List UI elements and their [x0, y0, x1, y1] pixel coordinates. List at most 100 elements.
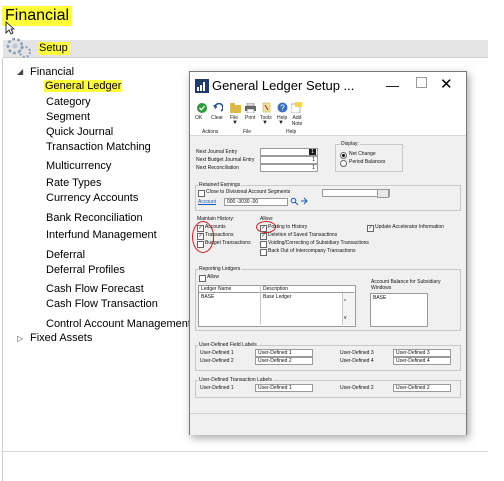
- tree-item-category[interactable]: Category: [46, 96, 91, 109]
- retained-earnings-label: Retained Earnings: [198, 182, 242, 188]
- voiding-correcting-checkbox[interactable]: [260, 241, 267, 248]
- udf1-label: User-Defined 1: [200, 350, 234, 356]
- back-out-intercompany-label: Back Out of Intercompany Transactions: [268, 248, 356, 254]
- collapse-arrow-icon[interactable]: ▷: [17, 334, 23, 343]
- arrow-right-icon[interactable]: [300, 197, 308, 205]
- print-button[interactable]: Print: [245, 115, 255, 121]
- next-reconciliation-field[interactable]: 1: [260, 164, 318, 172]
- account-field[interactable]: 000 -3030 -00: [224, 198, 288, 206]
- udf1-field[interactable]: User-Defined 1: [255, 349, 313, 357]
- udt2-field[interactable]: User-Defined 2: [393, 384, 451, 392]
- udf-labels-title: User-Defined Field Labels: [198, 342, 258, 348]
- add-note-button[interactable]: Add Note: [290, 115, 304, 127]
- tree-item-deferral-profiles[interactable]: Deferral Profiles: [46, 264, 125, 277]
- accounts-checkbox[interactable]: ✓: [197, 225, 204, 232]
- tree-item-financial[interactable]: Financial: [30, 66, 74, 79]
- tree-item-general-ledger[interactable]: General Ledger: [44, 80, 123, 93]
- chevron-down-icon[interactable]: ▼: [278, 120, 284, 126]
- ok-button[interactable]: OK: [195, 115, 202, 121]
- next-budget-value: 1: [312, 157, 315, 163]
- file-folder-icon[interactable]: [230, 103, 241, 113]
- tree-item-rate-types[interactable]: Rate Types: [46, 177, 101, 190]
- next-journal-entry-value: 1: [309, 149, 316, 155]
- next-reconciliation-value: 1: [312, 165, 315, 171]
- tree-item-transaction-matching[interactable]: Transaction Matching: [46, 141, 151, 154]
- reporting-allow-label: Allow: [207, 274, 219, 280]
- tree-item-cash-flow-transaction[interactable]: Cash Flow Transaction: [46, 298, 158, 311]
- udt1-field[interactable]: User-Defined 1: [255, 384, 313, 392]
- chevron-down-icon[interactable]: ▼: [232, 120, 238, 126]
- posting-to-history-checkbox[interactable]: ✓: [260, 225, 267, 232]
- update-accelerator-checkbox[interactable]: ✓: [367, 225, 374, 232]
- add-note-icon[interactable]: [291, 102, 302, 113]
- transactions-label: Transactions: [205, 232, 234, 238]
- tree-item-label: General Ledger: [44, 80, 123, 92]
- tree-item-fixed-assets[interactable]: Fixed Assets: [30, 332, 92, 345]
- search-icon[interactable]: [290, 197, 299, 205]
- divider: [260, 285, 261, 325]
- ledger-row-description[interactable]: Base Ledger: [263, 294, 291, 300]
- period-balances-radio[interactable]: [340, 160, 347, 167]
- lookup-button[interactable]: [377, 189, 389, 198]
- udf3-label: User-Defined 3: [340, 350, 374, 356]
- udf2-field[interactable]: User-Defined 2: [255, 357, 313, 365]
- back-out-intercompany-checkbox[interactable]: [260, 249, 267, 256]
- tree-item-bank-reconciliation[interactable]: Bank Reconciliation: [46, 212, 143, 225]
- udf4-label: User-Defined 4: [340, 358, 374, 364]
- tree-item-currency-accounts[interactable]: Currency Accounts: [46, 192, 138, 205]
- close-icon[interactable]: ✕: [440, 75, 453, 93]
- setup-gear-icon[interactable]: [6, 33, 32, 59]
- ok-check-icon[interactable]: [197, 103, 207, 113]
- tree-item-cash-flow-forecast[interactable]: Cash Flow Forecast: [46, 283, 144, 296]
- maximize-icon[interactable]: [416, 77, 427, 88]
- tree-item-quick-journal[interactable]: Quick Journal: [46, 126, 113, 139]
- net-change-radio[interactable]: [340, 152, 347, 159]
- reporting-ledgers-label: Reporting Ledgers: [198, 266, 242, 272]
- udf3-field[interactable]: User-Defined 3: [393, 349, 451, 357]
- next-budget-field[interactable]: 1: [260, 156, 318, 164]
- deletion-saved-label: Deletion of Saved Transactions: [268, 232, 338, 238]
- clear-undo-icon[interactable]: [213, 103, 223, 113]
- tree-item-deferral[interactable]: Deferral: [46, 249, 85, 262]
- udt1-value: User-Defined 1: [258, 385, 292, 391]
- udt-labels-title: User-Defined Transaction Labels: [198, 377, 273, 383]
- next-journal-entry-label: Next Journal Entry: [196, 149, 238, 155]
- tree-item-segment[interactable]: Segment: [46, 111, 90, 124]
- tree-item-multicurrency[interactable]: Multicurrency: [46, 160, 111, 173]
- posting-to-history-label: Posting to History: [268, 224, 308, 230]
- chevron-down-icon[interactable]: ▼: [262, 120, 268, 126]
- general-ledger-setup-dialog: General Ledger Setup ... — ✕ OK Clear Fi…: [189, 71, 467, 435]
- account-link[interactable]: Account: [198, 199, 216, 205]
- setup-toolbar: [3, 40, 488, 58]
- reporting-allow-checkbox[interactable]: [199, 275, 206, 282]
- setup-menu[interactable]: Setup: [37, 42, 70, 55]
- tree-item-control-account-management[interactable]: Control Account Management: [46, 318, 191, 331]
- udf4-value: User-Defined 4: [396, 358, 430, 364]
- close-divisional-checkbox[interactable]: [198, 190, 205, 197]
- scroll-up-icon[interactable]: ^: [344, 299, 346, 305]
- budget-transactions-checkbox[interactable]: [197, 241, 204, 248]
- transactions-checkbox[interactable]: ✓: [197, 233, 204, 240]
- clear-button[interactable]: Clear: [211, 115, 223, 121]
- divider: [2, 58, 3, 481]
- minimize-icon[interactable]: —: [386, 78, 399, 93]
- udt1-label: User-Defined 1: [200, 385, 234, 391]
- udf4-field[interactable]: User-Defined 4: [393, 357, 451, 365]
- deletion-saved-checkbox[interactable]: ✓: [260, 233, 267, 240]
- dialog-title: General Ledger Setup ...: [212, 78, 355, 93]
- budget-transactions-label: Budget Transactions: [205, 240, 251, 246]
- ledger-app-icon: [195, 79, 209, 93]
- expand-arrow-icon[interactable]: ◢: [17, 67, 23, 76]
- print-icon[interactable]: [245, 103, 256, 113]
- scroll-down-icon[interactable]: v: [344, 315, 347, 321]
- account-balance-list[interactable]: BASE: [370, 293, 428, 327]
- tools-icon[interactable]: [261, 102, 272, 113]
- next-journal-entry-field[interactable]: 1: [260, 148, 318, 156]
- divider: [198, 292, 354, 293]
- divider: [3, 451, 488, 452]
- help-icon[interactable]: ?: [277, 102, 288, 113]
- next-reconciliation-label: Next Reconciliation: [196, 165, 239, 171]
- tree-item-interfund-management[interactable]: Interfund Management: [46, 229, 157, 242]
- ribbon-group-file: File: [243, 129, 252, 135]
- ledger-row-name[interactable]: BASE: [201, 294, 214, 300]
